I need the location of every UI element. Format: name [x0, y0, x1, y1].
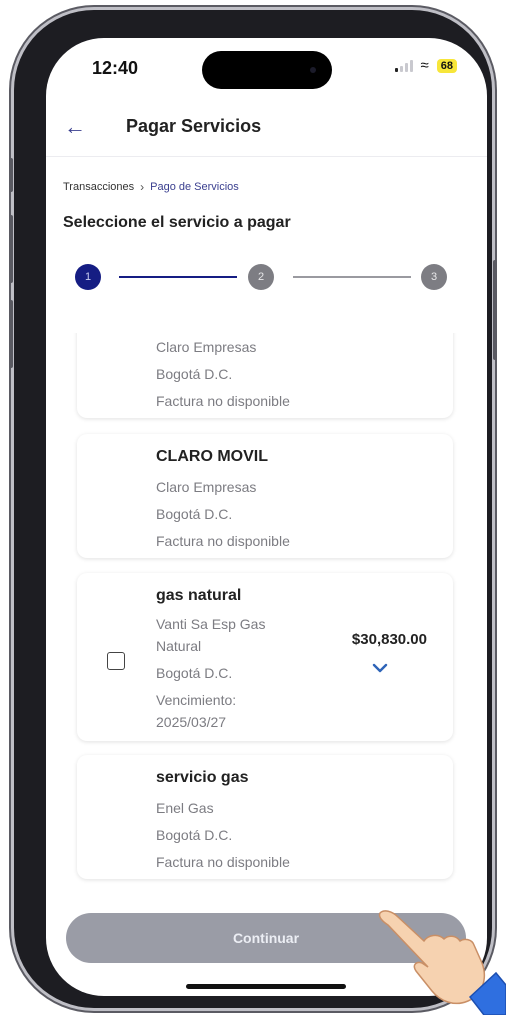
service-card[interactable]: gas natural Vanti Sa Esp Gas Natural Bog… — [77, 573, 453, 741]
service-checkbox[interactable] — [107, 652, 125, 670]
phone-frame: 12:40 ≈ 68 ← Pagar Servicios Transaccion… — [9, 10, 497, 1008]
service-city: Bogotá D.C. — [156, 366, 233, 382]
status-icons: ≈ 68 — [394, 57, 457, 74]
service-status: Factura no disponible — [156, 854, 290, 870]
service-title: gas natural — [156, 587, 242, 604]
power-button — [493, 260, 497, 360]
step-3: 3 — [421, 264, 447, 290]
service-status: Factura no disponible — [156, 393, 290, 409]
wifi-icon: ≈ — [420, 57, 429, 74]
step-line-2 — [293, 276, 411, 278]
service-provider: Claro Empresas — [156, 339, 257, 355]
pointing-hand-icon — [378, 910, 506, 1015]
action-button — [9, 158, 13, 192]
service-provider: Vanti Sa Esp Gas — [156, 616, 266, 632]
service-card[interactable]: Claro Empresas Bogotá D.C. Factura no di… — [77, 333, 453, 418]
chevron-down-icon[interactable] — [371, 661, 389, 675]
breadcrumb-root[interactable]: Transacciones — [63, 181, 134, 193]
service-title: CLARO MOVIL — [156, 448, 268, 465]
service-provider-cont: Natural — [156, 638, 202, 654]
due-label: Vencimiento: — [156, 692, 237, 708]
service-title: servicio gas — [156, 769, 249, 786]
volume-down-button — [9, 300, 13, 368]
breadcrumb-current: Pago de Servicios — [150, 181, 239, 193]
battery-icon: 68 — [436, 59, 457, 73]
step-line-1 — [119, 276, 237, 278]
service-provider: Claro Empresas — [156, 479, 257, 495]
service-city: Bogotá D.C. — [156, 665, 233, 681]
due-date: 2025/03/27 — [156, 714, 227, 730]
home-indicator — [186, 984, 346, 989]
service-status: Factura no disponible — [156, 533, 290, 549]
service-city: Bogotá D.C. — [156, 827, 233, 843]
page-title: Pagar Servicios — [126, 116, 262, 136]
service-city: Bogotá D.C. — [156, 506, 233, 522]
service-card[interactable]: CLARO MOVIL Claro Empresas Bogotá D.C. F… — [77, 434, 453, 558]
chevron-right-icon: › — [140, 180, 145, 194]
service-amount: $30,830.00 — [351, 631, 427, 648]
screen: 12:40 ≈ 68 ← Pagar Servicios Transaccion… — [46, 38, 487, 996]
breadcrumb: Transacciones › Pago de Servicios — [63, 180, 239, 194]
dynamic-island — [202, 51, 332, 89]
volume-up-button — [9, 215, 13, 283]
app-header: ← Pagar Servicios — [46, 106, 487, 157]
step-2: 2 — [248, 264, 274, 290]
back-arrow-icon[interactable]: ← — [64, 114, 86, 140]
section-subtitle: Seleccione el servicio a pagar — [63, 214, 291, 231]
service-card[interactable]: servicio gas Enel Gas Bogotá D.C. Factur… — [77, 755, 453, 879]
step-1: 1 — [75, 264, 101, 290]
signal-icon — [394, 60, 413, 72]
status-time: 12:40 — [92, 58, 139, 78]
service-provider: Enel Gas — [156, 800, 214, 816]
stepper: 1 2 3 — [75, 264, 447, 292]
service-list[interactable]: Claro Empresas Bogotá D.C. Factura no di… — [46, 333, 487, 888]
